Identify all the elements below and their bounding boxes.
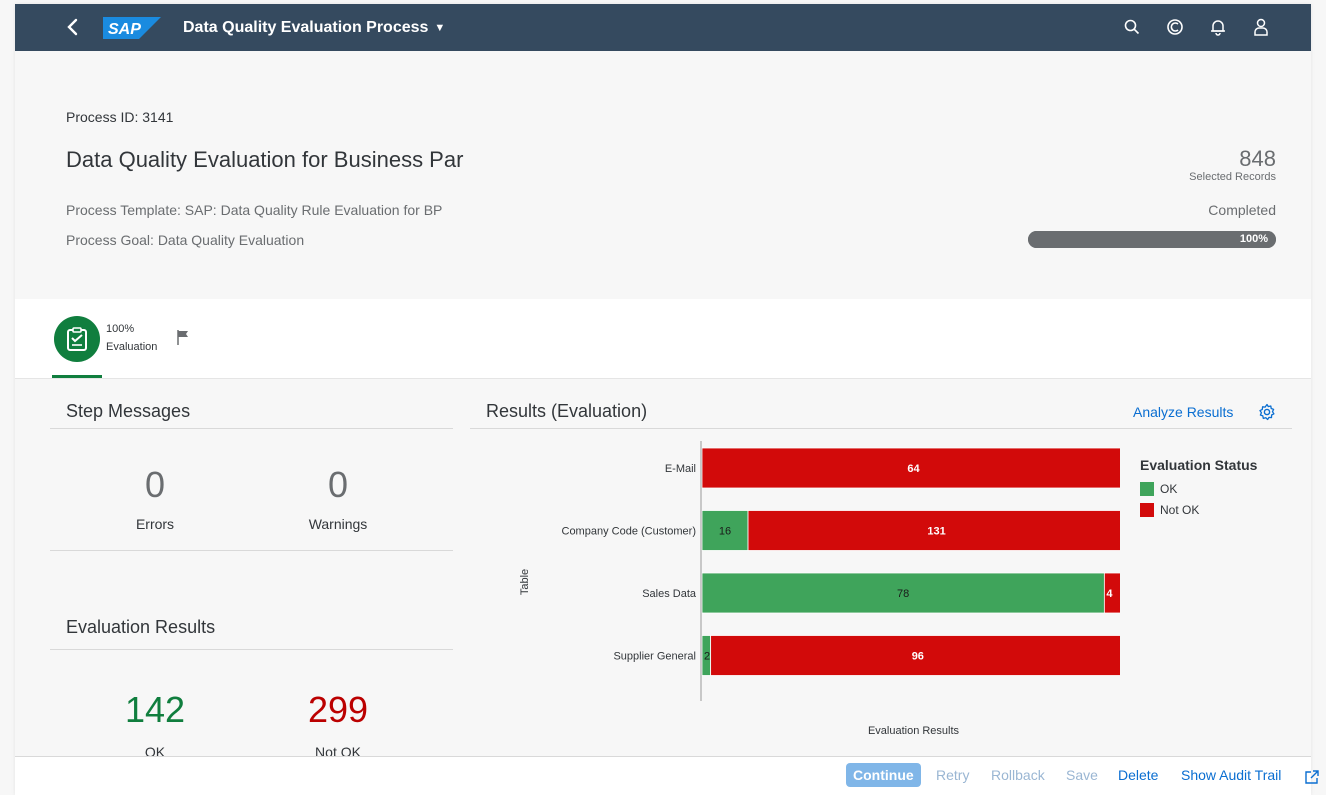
bar-data-label: 2: [704, 651, 710, 663]
divider: [50, 428, 453, 429]
bar-data-label: 78: [897, 588, 909, 600]
app-title-menu[interactable]: Data Quality Evaluation Process ▼: [183, 19, 445, 37]
page-title: Data Quality Evaluation for Business Par: [66, 147, 464, 172]
progress-bar: 100%: [1028, 231, 1276, 248]
flag-icon: [177, 330, 188, 345]
selected-records-count: 848: [1239, 146, 1276, 171]
legend-item-notok[interactable]: Not OK: [1140, 503, 1199, 517]
process-template: Process Template: SAP: Data Quality Rule…: [66, 202, 443, 218]
x-axis-title: Evaluation Results: [868, 725, 960, 737]
results-bar-chart: 64 E-Mail 16 131 Company Code (Customer) 78 4 S…: [519, 441, 1120, 737]
retry-button[interactable]: Retry: [936, 767, 969, 783]
app-shell: SAP Data Quality Evaluation Process ▼ Pr…: [15, 4, 1319, 795]
share-icon[interactable]: [1304, 769, 1320, 785]
shell-bar: SAP Data Quality Evaluation Process ▼: [15, 4, 1311, 51]
user-icon[interactable]: [1251, 17, 1271, 37]
category-label: Company Code (Customer): [562, 526, 697, 538]
legend-swatch-notok: [1140, 503, 1154, 517]
delete-button[interactable]: Delete: [1118, 767, 1158, 783]
legend-swatch-ok: [1140, 482, 1154, 496]
category-label: Supplier General: [613, 651, 696, 663]
progress-fill: [1028, 231, 1276, 248]
step-name: Evaluation: [106, 341, 158, 353]
divider: [50, 649, 453, 650]
back-icon[interactable]: [63, 17, 83, 37]
category-label: E-Mail: [665, 463, 696, 475]
bar-data-label: 64: [907, 463, 920, 475]
notok-count: 299: [307, 689, 369, 730]
warnings-count: 0: [327, 464, 349, 505]
category-label: Sales Data: [642, 588, 697, 600]
legend-item-ok[interactable]: OK: [1140, 482, 1177, 496]
selected-records-label: Selected Records: [1189, 171, 1276, 183]
analyze-results-link[interactable]: Analyze Results: [1133, 404, 1233, 420]
ok-count: 142: [124, 689, 186, 730]
step-messages-title: Step Messages: [66, 401, 191, 421]
bar-data-label: 4: [1106, 588, 1113, 600]
y-axis-title: Table: [519, 569, 531, 595]
process-id: Process ID: 3141: [66, 109, 174, 125]
search-icon[interactable]: [1122, 17, 1142, 37]
app-title: Data Quality Evaluation Process: [183, 19, 429, 36]
clipboard-check-icon: [67, 327, 87, 351]
step-selected-indicator: [52, 375, 102, 378]
process-goal: Process Goal: Data Quality Evaluation: [66, 232, 305, 248]
evaluation-results-title: Evaluation Results: [66, 617, 216, 637]
save-button[interactable]: Save: [1066, 767, 1098, 783]
bell-icon[interactable]: [1208, 17, 1228, 37]
continue-button[interactable]: Continue: [846, 763, 921, 787]
legend-title: Evaluation Status: [1140, 457, 1258, 473]
legend-label-notok: Not OK: [1160, 503, 1200, 517]
bar-data-label: 16: [719, 526, 731, 538]
object-header: Process ID: 3141 Data Quality Evaluation…: [15, 51, 1311, 299]
legend-label-ok: OK: [1160, 482, 1178, 496]
logo-text: SAP: [108, 21, 141, 38]
bar-data-label: 96: [912, 651, 924, 663]
show-audit-trail-button[interactable]: Show Audit Trail: [1181, 767, 1281, 783]
gear-icon[interactable]: [1258, 403, 1276, 421]
sap-logo[interactable]: SAP: [103, 17, 161, 39]
caret-down-icon: ▼: [434, 22, 446, 34]
progress-text: 100%: [1239, 233, 1268, 245]
results-title: Results (Evaluation): [486, 401, 648, 421]
process-step-bar: 100% Evaluation: [15, 299, 1311, 379]
step-evaluation[interactable]: [54, 316, 100, 362]
bar-data-label: 131: [927, 526, 945, 538]
warnings-label: Warnings: [308, 516, 368, 532]
copilot-icon[interactable]: [1165, 17, 1185, 37]
footer-toolbar: Continue Retry Rollback Save Delete Show…: [15, 756, 1319, 795]
divider: [50, 550, 453, 551]
errors-count: 0: [144, 464, 166, 505]
divider: [470, 428, 1292, 429]
rollback-button[interactable]: Rollback: [991, 767, 1045, 783]
process-status: Completed: [1208, 202, 1276, 218]
errors-label: Errors: [135, 516, 175, 532]
step-percent: 100%: [106, 323, 135, 335]
